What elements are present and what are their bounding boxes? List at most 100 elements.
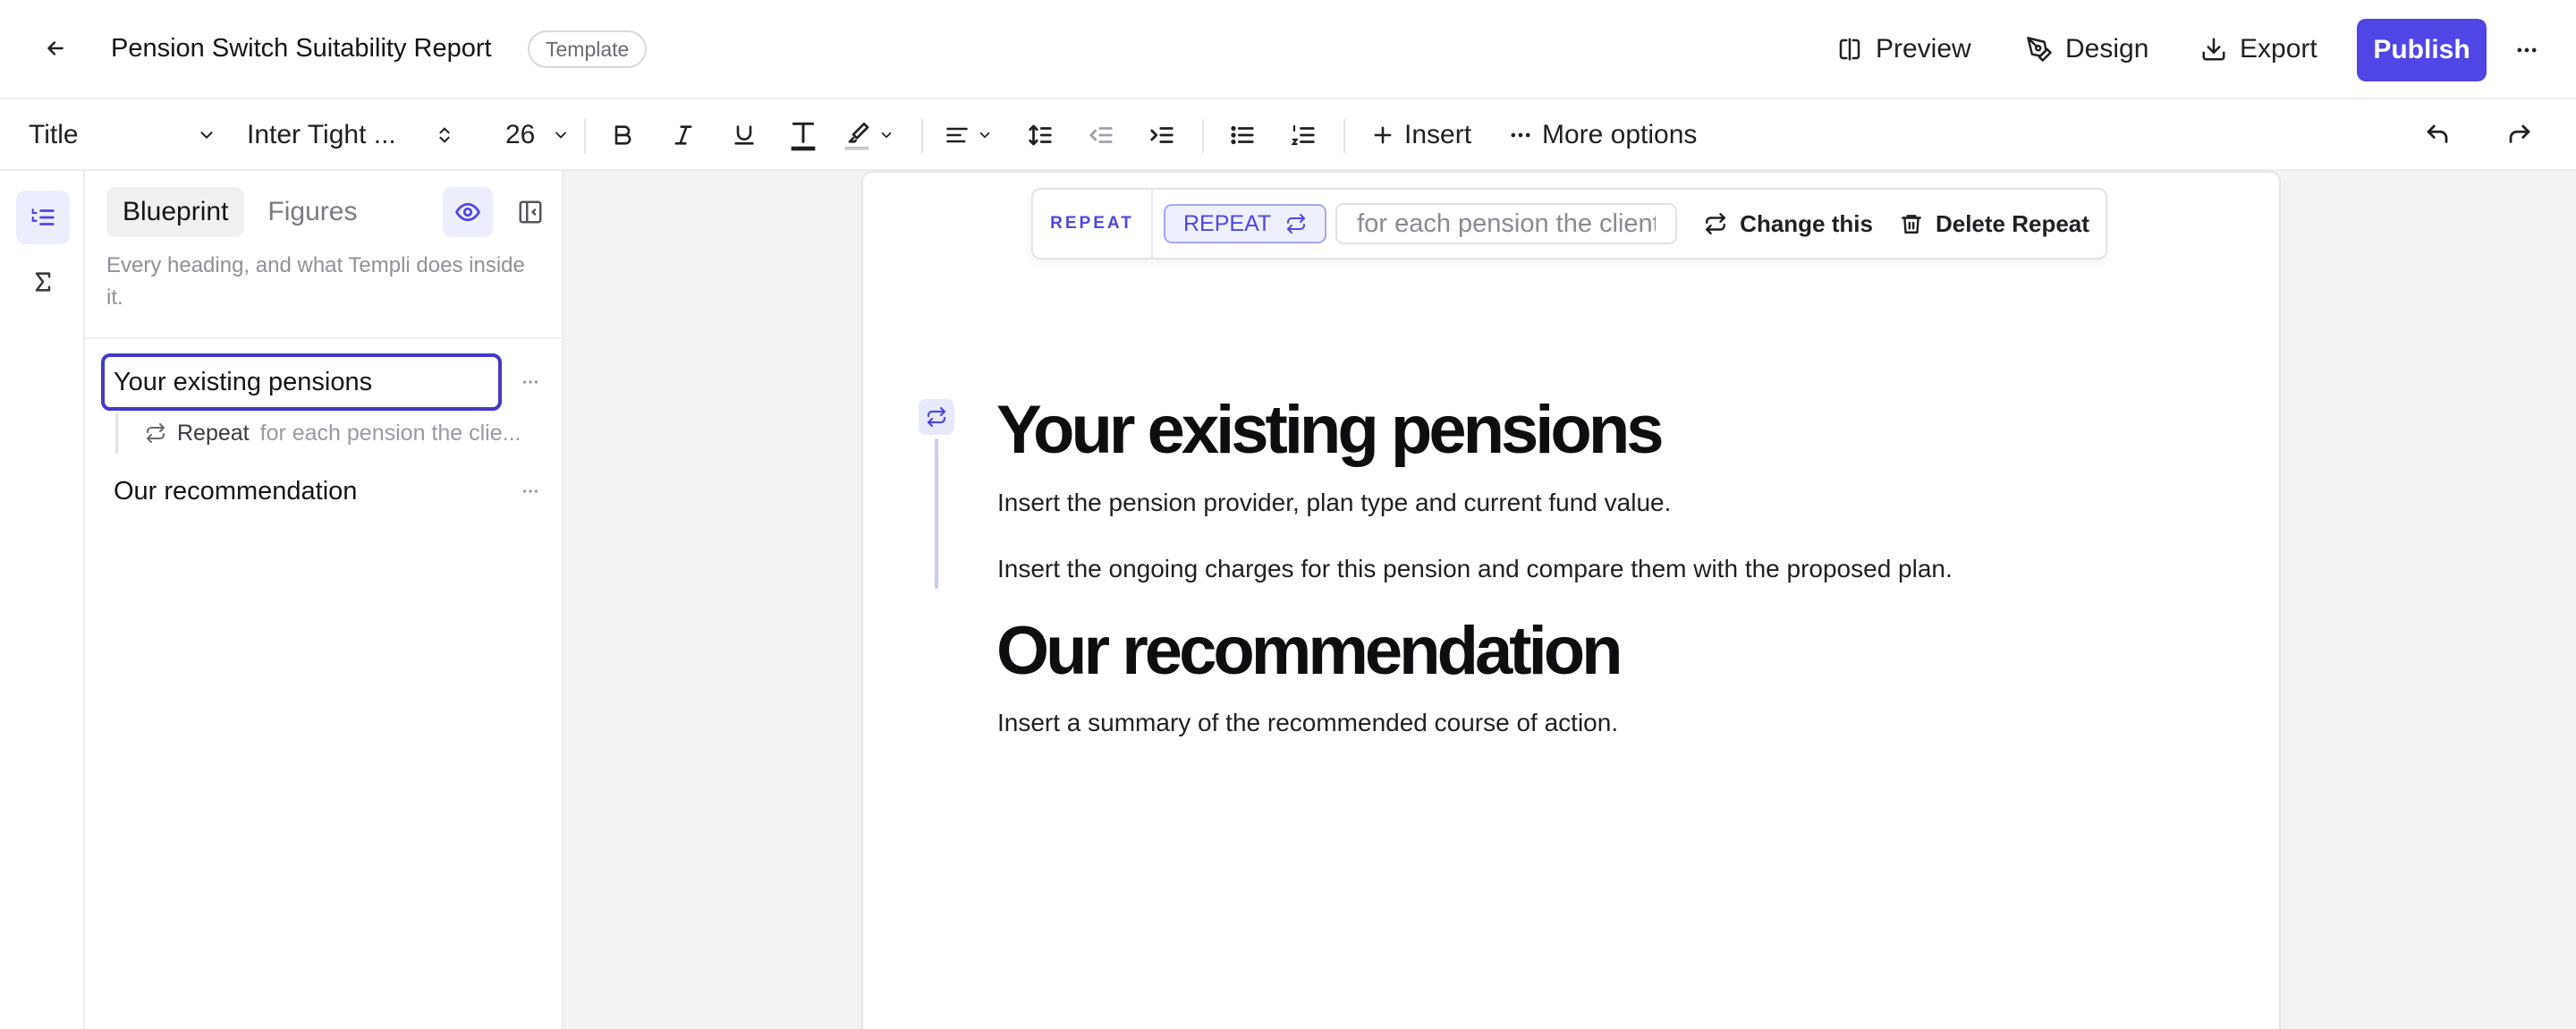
align-button[interactable]	[945, 99, 993, 171]
undo-button[interactable]	[2424, 99, 2451, 171]
change-repeat-button[interactable]: Change this	[1704, 210, 1873, 238]
more-options-label: More options	[1542, 120, 1698, 149]
text-style-select[interactable]: Title	[29, 99, 216, 171]
redo-button[interactable]	[2506, 99, 2533, 171]
toolbar-divider	[1343, 119, 1345, 153]
font-size-value: 26	[505, 120, 536, 149]
numbered-list-button[interactable]	[1290, 99, 1317, 171]
delete-repeat-label: Delete Repeat	[1935, 209, 2089, 237]
template-badge: Template	[528, 30, 648, 68]
left-rail	[0, 171, 85, 1029]
publish-button[interactable]: Publish	[2357, 19, 2487, 81]
underline-icon	[734, 125, 754, 145]
panel-description: Every heading, and what Templi does insi…	[106, 253, 525, 310]
trash-icon	[1902, 215, 1921, 234]
outline-sub-item-repeat[interactable]: Repeat for each pension the clie...	[115, 412, 545, 454]
blueprint-panel: Blueprint Figures Every heading, and wha…	[85, 171, 564, 1029]
chevron-down-icon	[200, 132, 213, 140]
panel-tabs: Blueprint Figures	[106, 187, 373, 237]
font-family-select[interactable]: Inter Tight ...	[247, 99, 454, 171]
formatting-toolbar: Title Inter Tight ... 26 Insert More opt…	[0, 99, 2576, 171]
undo-icon	[2427, 124, 2448, 143]
eye-icon	[455, 202, 480, 222]
section-paragraph[interactable]: Insert a summary of the recommended cour…	[997, 709, 1618, 737]
design-label: Design	[2065, 34, 2149, 64]
underline-button[interactable]	[732, 99, 757, 171]
section-heading[interactable]: Your existing pensions	[996, 391, 1665, 469]
outline-item-recommendation[interactable]: Our recommendation	[101, 463, 502, 520]
text-color-button[interactable]	[789, 99, 818, 171]
redo-icon	[2509, 124, 2530, 143]
section-heading[interactable]: Our recommendation	[996, 612, 1623, 690]
repeat-toolbar: REPEAT REPEAT Change this Delete Repeat	[1031, 188, 2107, 259]
tab-blueprint[interactable]: Blueprint	[106, 187, 245, 237]
more-horizontal-icon	[2517, 47, 2537, 53]
more-menu-button[interactable]	[2509, 32, 2545, 68]
collapse-panel-button[interactable]	[505, 187, 555, 237]
app-header: Pension Switch Suitability Report Templa…	[0, 0, 2576, 99]
plus-icon	[1374, 126, 1392, 144]
outdent-button[interactable]	[1088, 99, 1114, 171]
outline-item-label: Your existing pensions	[114, 367, 373, 396]
design-button[interactable]: Design	[2026, 27, 2148, 72]
panel-divider	[85, 337, 564, 339]
repeat-toolbar-label: REPEAT	[1033, 190, 1153, 258]
repeat-icon	[1287, 214, 1306, 234]
formulas-rail-button[interactable]	[16, 255, 70, 309]
repeat-block-line	[935, 438, 938, 589]
repeat-block-marker[interactable]	[919, 399, 954, 435]
document-page[interactable]	[861, 171, 2281, 1029]
insert-button[interactable]: Insert	[1370, 99, 1471, 171]
highlight-button[interactable]	[843, 99, 894, 171]
section-paragraph[interactable]: Insert the ongoing charges for this pens…	[997, 555, 1953, 583]
repeat-type-pill[interactable]: REPEAT	[1164, 204, 1327, 243]
italic-icon	[674, 125, 692, 145]
more-horizontal-icon	[522, 380, 538, 384]
chevron-down-icon	[979, 132, 990, 139]
sub-item-label: Repeat	[177, 420, 250, 446]
repeat-condition-input[interactable]	[1335, 203, 1678, 244]
chevron-down-icon	[881, 132, 892, 139]
text-style-value: Title	[29, 120, 79, 149]
export-label: Export	[2240, 34, 2318, 64]
bullet-list-icon	[1231, 125, 1254, 145]
outline-item-existing-pensions[interactable]: Your existing pensions	[101, 353, 502, 411]
sub-item-text: for each pension the clie...	[259, 420, 521, 446]
outline-item-menu-button[interactable]	[516, 368, 545, 396]
visibility-toggle[interactable]	[443, 187, 493, 237]
font-size-select[interactable]: 26	[505, 99, 570, 171]
bold-icon	[614, 125, 631, 145]
insert-label: Insert	[1404, 120, 1472, 149]
preview-icon	[1839, 38, 1860, 61]
align-left-icon	[946, 127, 968, 143]
repeat-icon	[927, 406, 946, 428]
list-tree-icon	[31, 208, 55, 225]
change-repeat-label: Change this	[1740, 209, 1873, 237]
more-horizontal-icon	[522, 489, 538, 493]
more-horizontal-icon	[1511, 132, 1530, 138]
outline-rail-button[interactable]	[16, 191, 70, 244]
repeat-icon	[147, 423, 165, 443]
delete-repeat-button[interactable]: Delete Repeat	[1900, 210, 2089, 238]
toolbar-divider	[1202, 119, 1204, 153]
preview-button[interactable]: Preview	[1836, 27, 1971, 72]
tab-figures[interactable]: Figures	[251, 187, 373, 237]
outdent-icon	[1089, 127, 1113, 143]
arrow-left-icon	[47, 41, 64, 55]
bold-button[interactable]	[610, 99, 635, 171]
repeat-pill-label: REPEAT	[1183, 210, 1272, 236]
sigma-icon	[35, 272, 51, 292]
more-options-button[interactable]: More options	[1508, 99, 1697, 171]
back-button[interactable]	[39, 32, 72, 64]
italic-button[interactable]	[671, 99, 696, 171]
section-paragraph[interactable]: Insert the pension provider, plan type a…	[997, 489, 1671, 517]
chevrons-up-down-icon	[439, 127, 450, 143]
line-height-icon	[1029, 124, 1052, 146]
panel-left-close-icon	[519, 200, 542, 224]
line-height-button[interactable]	[1027, 99, 1054, 171]
indent-button[interactable]	[1148, 99, 1175, 171]
outline-item-menu-button[interactable]	[516, 477, 545, 506]
export-button[interactable]: Export	[2200, 27, 2318, 72]
bullet-list-button[interactable]	[1229, 99, 1256, 171]
font-family-value: Inter Tight ...	[247, 120, 396, 149]
